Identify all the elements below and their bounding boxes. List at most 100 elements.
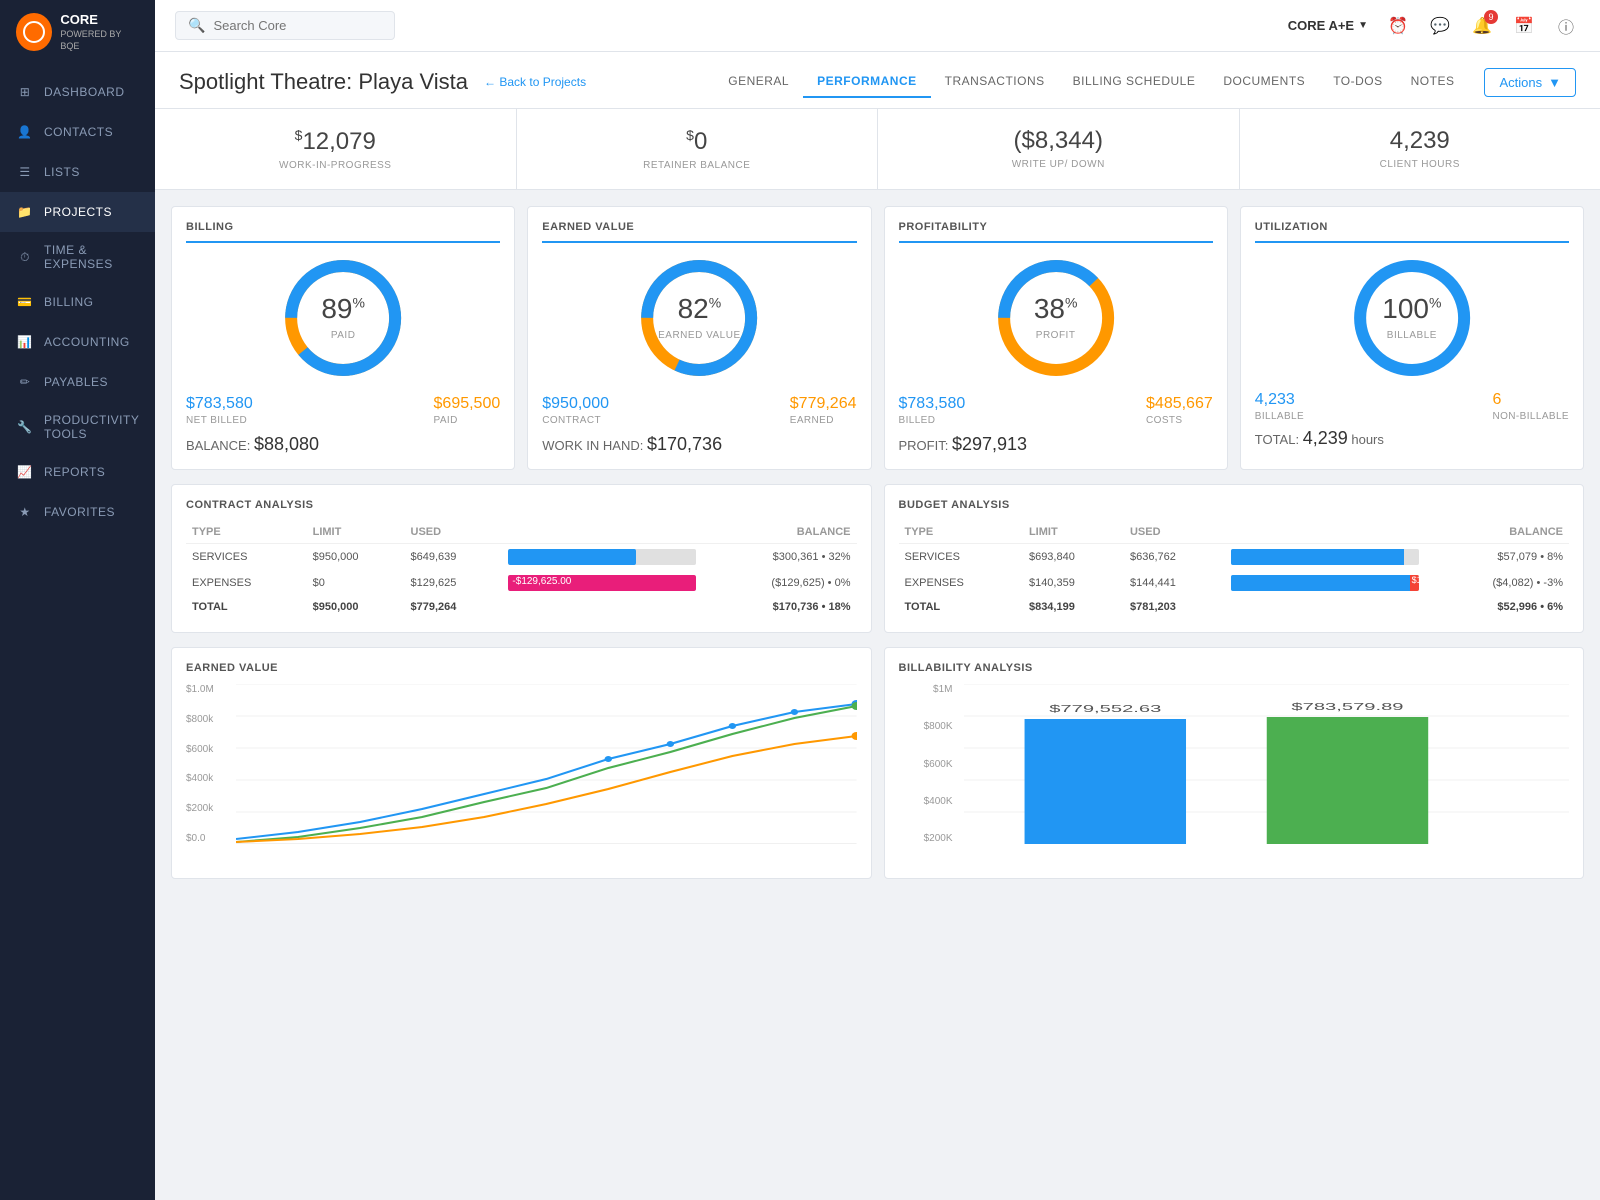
sidebar-item-label: PROJECTS <box>44 205 112 219</box>
sidebar-item-projects[interactable]: 📁PROJECTS <box>0 192 155 232</box>
page-nav-general[interactable]: GENERAL <box>714 66 803 98</box>
productivity-tools-icon: 🔧 <box>16 418 34 436</box>
contract-analysis-title: CONTRACT ANALYSIS <box>186 499 857 511</box>
budget-analysis-title: BUDGET ANALYSIS <box>899 499 1570 511</box>
page-nav-notes[interactable]: NOTES <box>1397 66 1469 98</box>
sidebar-item-payables[interactable]: ✏ PAYABLES <box>0 362 155 402</box>
sidebar-item-label: REPORTS <box>44 465 105 479</box>
help-icon[interactable]: ⓘ <box>1552 12 1580 40</box>
topbar: 🔍 CORE A+E ▼ ⏰ 💬 🔔 9 📅 ⓘ <box>155 0 1600 52</box>
earned-value-chart-title: EARNED VALUE <box>186 662 857 674</box>
budget-table-header: TYPE LIMIT USED BALANCE <box>899 521 1570 544</box>
sidebar-item-contacts[interactable]: 👤CONTACTS <box>0 112 155 152</box>
billing-net-billed: $783,580 NET BILLED <box>186 395 253 426</box>
row-used: $129,625 <box>405 570 503 596</box>
sidebar-item-label: ACCOUNTING <box>44 335 130 349</box>
sidebar-item-productivity-tools[interactable]: 🔧PRODUCTIVITY TOOLS <box>0 402 155 452</box>
chevron-down-icon: ▼ <box>1548 75 1561 90</box>
sidebar-item-favorites[interactable]: ★FAVORITES <box>0 492 155 532</box>
sidebar-item-billing[interactable]: 💳BILLING <box>0 282 155 322</box>
payables-icon: ✏ <box>16 373 34 391</box>
logo-icon <box>16 13 52 51</box>
sidebar-item-lists[interactable]: ☰ LISTS <box>0 152 155 192</box>
page-header-top: Spotlight Theatre: Playa Vista ← Back to… <box>179 66 1576 98</box>
sidebar-item-accounting[interactable]: 📊 ACCOUNTING <box>0 322 155 362</box>
summary-value: $0 <box>537 127 858 156</box>
timer-icon[interactable]: ⏰ <box>1384 12 1412 40</box>
col-limit: LIMIT <box>1023 521 1124 544</box>
search-icon: 🔍 <box>188 17 205 34</box>
dashboard-icon: ⊞ <box>16 83 34 101</box>
page-nav-billing-schedule[interactable]: BILLING SCHEDULE <box>1059 66 1210 98</box>
page-nav-to-dos[interactable]: TO-DOS <box>1319 66 1396 98</box>
calendar-icon[interactable]: 📅 <box>1510 12 1538 40</box>
sidebar-item-dashboard[interactable]: ⊞ DASHBOARD <box>0 72 155 112</box>
summary-value: 4,239 <box>1260 127 1581 155</box>
page-nav-documents[interactable]: DOCUMENTS <box>1209 66 1319 98</box>
sidebar-item-reports[interactable]: 📈 REPORTS <box>0 452 155 492</box>
accounting-icon: 📊 <box>16 333 34 351</box>
page-nav: GENERALPERFORMANCETRANSACTIONSBILLING SC… <box>714 66 1468 98</box>
utilization-donut: 100% BILLABLE <box>1255 253 1569 383</box>
page-nav-transactions[interactable]: TRANSACTIONS <box>931 66 1059 98</box>
earned-value-title: EARNED VALUE <box>542 221 856 243</box>
row-type: EXPENSES <box>899 570 1023 596</box>
summary-bar: $12,079WORK-IN-PROGRESS$0RETAINER BALANC… <box>155 109 1600 190</box>
earned-val: $779,264 EARNED <box>790 395 857 426</box>
svg-text:$779,552.63: $779,552.63 <box>1049 704 1161 715</box>
utilization-card: UTILIZATION 100% BILLABLE 4,233 BILLABLE <box>1240 206 1584 470</box>
row-used: $779,264 <box>405 596 503 618</box>
profitability-pct-label: 38% PROFIT <box>1034 293 1078 343</box>
notification-badge: 9 <box>1484 10 1498 24</box>
chat-icon[interactable]: 💬 <box>1426 12 1454 40</box>
earned-value-chart: EARNED VALUE $1.0M $800k $600k $400k $20… <box>171 647 872 879</box>
billing-card-title: BILLING <box>186 221 500 243</box>
billing-values: $783,580 NET BILLED $695,500 PAID <box>186 395 500 426</box>
row-type: SERVICES <box>899 544 1023 571</box>
y-axis: $1.0M $800k $600k $400k $200k $0.0 <box>186 684 236 844</box>
sidebar-item-time-expenses[interactable]: ⏱TIME & EXPENSES <box>0 232 155 282</box>
sidebar-item-label: LISTS <box>44 165 80 179</box>
row-limit: $834,199 <box>1023 596 1124 618</box>
back-link[interactable]: ← Back to Projects <box>484 75 586 89</box>
col-bar <box>1225 521 1425 544</box>
notifications-icon[interactable]: 🔔 9 <box>1468 12 1496 40</box>
page-nav-performance[interactable]: PERFORMANCE <box>803 66 931 98</box>
summary-item-work-in-progress: $12,079WORK-IN-PROGRESS <box>155 109 517 189</box>
sidebar-nav: ⊞ DASHBOARD 👤CONTACTS ☰ LISTS 📁PROJECTS⏱TIME … <box>0 64 155 1200</box>
row-bar: $140.3... <box>1225 570 1425 596</box>
contract-row-2: TOTAL$950,000$779,264 $170,736 • 18% <box>186 596 857 618</box>
row-limit: $140,359 <box>1023 570 1124 596</box>
work-in-hand: WORK IN HAND: $170,736 <box>542 434 856 455</box>
search-box[interactable]: 🔍 <box>175 11 395 40</box>
lists-icon: ☰ <box>16 163 34 181</box>
sidebar-item-label: TIME & EXPENSES <box>44 243 139 271</box>
non-billable-hours: 6 NON-BILLABLE <box>1493 391 1570 422</box>
content-area: BILLING 89% PAID $783,580 NET B <box>155 190 1600 909</box>
actions-button[interactable]: Actions ▼ <box>1484 68 1576 97</box>
summary-item-retainer-balance: $0RETAINER BALANCE <box>517 109 879 189</box>
earned-value-donut: 82% EARNED VALUE <box>542 253 856 383</box>
search-input[interactable] <box>213 18 389 33</box>
charts-row: EARNED VALUE $1.0M $800k $600k $400k $20… <box>171 647 1584 879</box>
reports-icon: 📈 <box>16 463 34 481</box>
contract-table-header: TYPE LIMIT USED BALANCE <box>186 521 857 544</box>
core-brand[interactable]: CORE A+E ▼ <box>1288 18 1368 33</box>
row-bar <box>502 596 702 618</box>
summary-label: WORK-IN-PROGRESS <box>175 160 496 171</box>
summary-value: ($8,344) <box>898 127 1219 155</box>
utilization-values: 4,233 BILLABLE 6 NON-BILLABLE <box>1255 391 1569 422</box>
row-balance: $57,079 • 8% <box>1425 544 1569 571</box>
row-limit: $950,000 <box>307 596 405 618</box>
sidebar-item-label: PAYABLES <box>44 375 108 389</box>
row-used: $636,762 <box>1124 544 1225 571</box>
row-bar <box>1225 544 1425 571</box>
sidebar-item-label: DASHBOARD <box>44 85 125 99</box>
row-balance: $170,736 • 18% <box>702 596 856 618</box>
billing-donut: 89% PAID <box>186 253 500 383</box>
row-limit: $0 <box>307 570 405 596</box>
billing-icon: 💳 <box>16 293 34 311</box>
row-type: TOTAL <box>186 596 307 618</box>
row-balance: $52,996 • 6% <box>1425 596 1569 618</box>
svg-text:$783,579.89: $783,579.89 <box>1291 702 1403 713</box>
